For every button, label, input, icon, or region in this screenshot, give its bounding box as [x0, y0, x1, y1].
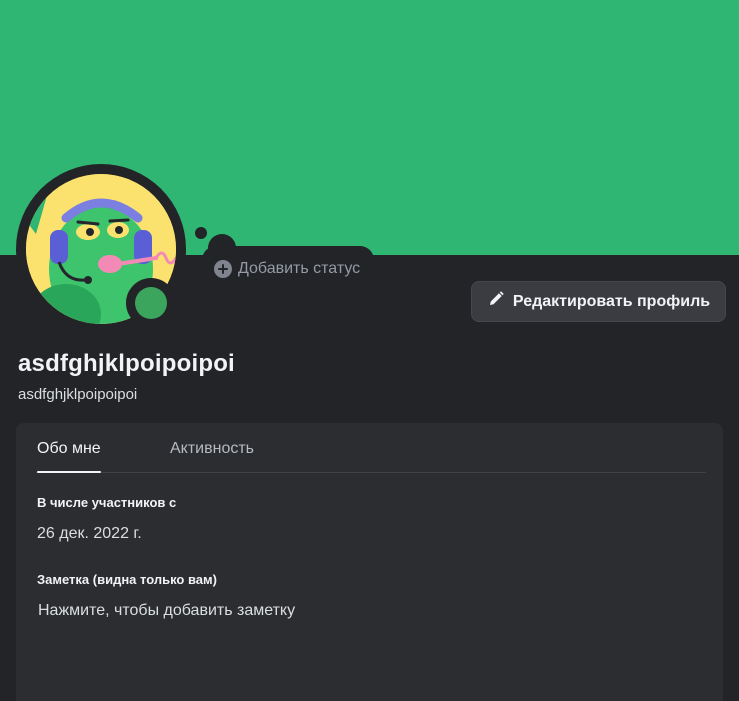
online-status-dot [135, 287, 167, 319]
username: asdfghjklpoipoipoi [18, 386, 138, 403]
edit-profile-button[interactable]: Редактировать профиль [471, 281, 726, 322]
tab-activity[interactable]: Активность [170, 440, 254, 471]
member-since-label: В числе участников с [37, 495, 177, 510]
edit-profile-label: Редактировать профиль [512, 292, 711, 310]
thought-bubble-dot-small [195, 227, 207, 239]
add-status-label: Добавить статус [238, 260, 361, 277]
display-name: asdfghjklpoipoipoi [18, 350, 235, 377]
note-input[interactable]: Нажмите, чтобы добавить заметку [38, 602, 295, 620]
note-label: Заметка (видна только вам) [37, 572, 217, 587]
add-status-button[interactable]: Добавить статус [202, 246, 375, 292]
profile-tabs: Обо мне Активность [36, 440, 706, 473]
member-since-value: 26 дек. 2022 г. [37, 525, 142, 542]
tab-about-me[interactable]: Обо мне [37, 440, 101, 473]
plus-circle-icon [214, 260, 232, 278]
pencil-icon [487, 290, 505, 313]
profile-details-panel: Обо мне Активность В числе участников с … [16, 423, 723, 701]
presence-indicator[interactable] [126, 278, 176, 328]
